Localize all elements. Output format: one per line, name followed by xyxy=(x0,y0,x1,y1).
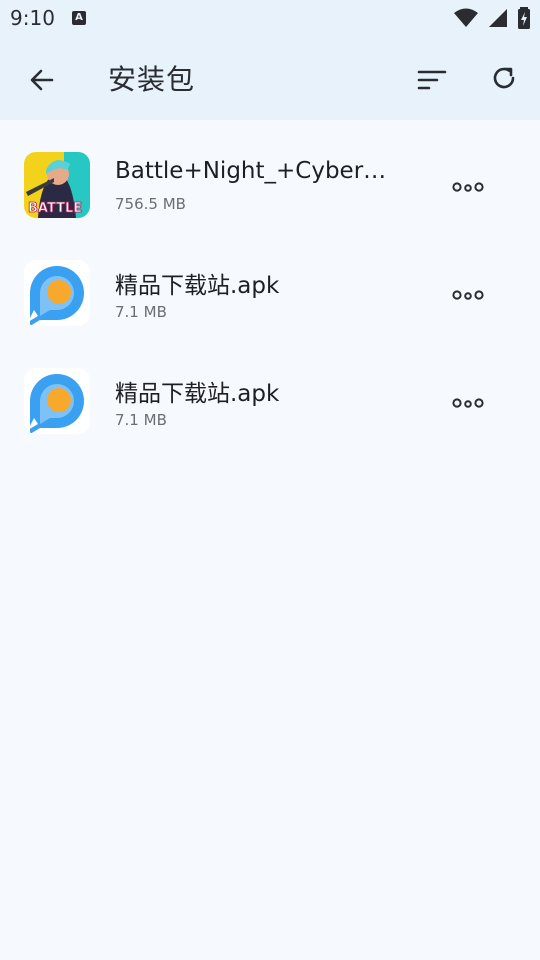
status-bar: 9:10 A xyxy=(0,0,540,38)
list-item[interactable]: BATTLE Battle+Night_+Cyber… 756.5 MB xyxy=(0,120,540,228)
package-size: 7.1 MB xyxy=(115,411,167,429)
wifi-icon xyxy=(454,8,478,27)
package-name: 精品下载站.apk xyxy=(115,381,280,407)
refresh-button[interactable] xyxy=(484,58,524,98)
package-name: Battle+Night_+Cyber… xyxy=(115,158,387,184)
refresh-icon xyxy=(493,67,515,89)
package-size: 7.1 MB xyxy=(115,303,167,321)
svg-text:BATTLE: BATTLE xyxy=(28,201,82,216)
package-size: 756.5 MB xyxy=(115,195,186,213)
sort-icon xyxy=(417,70,447,90)
p-logo-icon xyxy=(24,260,90,326)
status-icons xyxy=(454,6,530,30)
arrow-left-icon xyxy=(30,69,54,91)
list-item[interactable]: 精品下载站.apk 7.1 MB xyxy=(0,228,540,336)
notification-icon: A xyxy=(72,11,86,25)
more-button[interactable] xyxy=(448,388,488,418)
game-icon: BATTLE xyxy=(24,152,90,218)
more-icon xyxy=(452,182,484,192)
signal-icon xyxy=(489,9,507,27)
more-button[interactable] xyxy=(448,172,488,202)
sort-button[interactable] xyxy=(410,60,454,100)
app-bar: 安装包 xyxy=(0,38,540,120)
more-button[interactable] xyxy=(448,280,488,310)
page-title: 安装包 xyxy=(108,63,196,96)
status-time: 9:10 xyxy=(10,6,55,30)
battery-charging-icon xyxy=(518,7,530,29)
p-logo-icon xyxy=(24,368,90,434)
back-button[interactable] xyxy=(22,60,62,100)
more-icon xyxy=(452,398,484,408)
package-name: 精品下载站.apk xyxy=(115,273,280,299)
list-item[interactable]: 精品下载站.apk 7.1 MB xyxy=(0,336,540,444)
more-icon xyxy=(452,290,484,300)
